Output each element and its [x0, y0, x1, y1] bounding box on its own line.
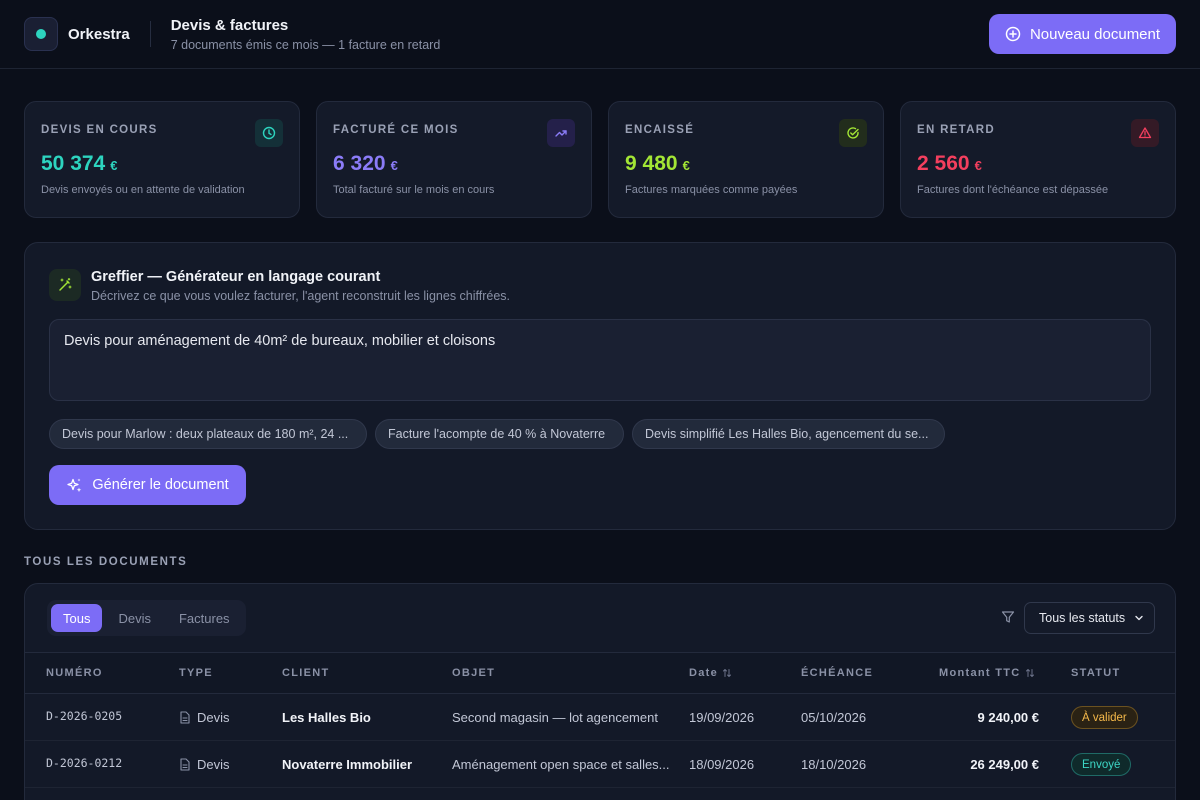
status-filter-value: Tous les statuts: [1039, 611, 1126, 625]
table-row[interactable]: D-2026-0212 Devis Novaterre Immobilier A…: [25, 741, 1175, 788]
stat-description: Factures dont l'échéance est dépassée: [917, 184, 1109, 196]
magic-wand-icon: [49, 269, 81, 301]
cell-client: Novaterre Immobilier: [282, 757, 413, 772]
documents-section-label: TOUS LES DOCUMENTS: [24, 556, 188, 568]
suggestion-chip[interactable]: Facture l'acompte de 40 % à Novaterre: [375, 419, 624, 449]
status-filter-select[interactable]: Tous les statuts: [1024, 602, 1155, 634]
stat-amount: 2 560: [917, 152, 970, 175]
stat-label: ENCAISSÉ: [625, 124, 695, 136]
stat-value: 2 560 €: [917, 152, 1159, 176]
filter-icon: [1001, 611, 1015, 623]
generator-title: Greffier — Générateur en langage courant: [91, 269, 381, 285]
new-document-label: Nouveau document: [1029, 25, 1161, 43]
documents-table-panel: Tous Devis Factures Tous les statuts NUM…: [24, 583, 1176, 800]
stat-amount: 9 480: [625, 152, 678, 175]
stat-value: 50 374 €: [41, 152, 283, 176]
suggestion-chip[interactable]: Devis pour Marlow : deux plateaux de 180…: [49, 419, 367, 449]
column-statut: STATUT: [1071, 667, 1121, 679]
cell-echeance: 05/10/2026: [801, 710, 867, 725]
document-icon: [180, 758, 190, 771]
trending-up-icon: [547, 119, 575, 147]
stat-amount: 6 320: [333, 152, 386, 175]
column-date-label: Date: [689, 667, 719, 679]
cell-date: 19/09/2026: [689, 710, 755, 725]
sort-icon: [723, 669, 732, 677]
stat-description: Devis envoyés ou en attente de validatio…: [41, 184, 245, 196]
cell-echeance: 18/10/2026: [801, 757, 867, 772]
document-icon: [180, 711, 190, 724]
cell-type-label: Devis: [197, 757, 230, 772]
stat-card-devis-en-cours: DEVIS EN COURS 50 374 € Devis envoyés ou …: [24, 101, 300, 218]
tab-factures[interactable]: Factures: [167, 604, 242, 632]
stat-currency: €: [110, 158, 118, 173]
clock-icon: [255, 119, 283, 147]
cell-objet: Second magasin — lot agencement: [452, 710, 658, 725]
tab-tous[interactable]: Tous: [51, 604, 103, 632]
logo-dot-icon: [36, 29, 46, 39]
stat-label: FACTURÉ CE MOIS: [333, 124, 459, 136]
column-echeance: ÉCHÉANCE: [801, 667, 874, 679]
app-name: Orkestra: [68, 25, 130, 43]
stat-description: Total facturé sur le mois en cours: [333, 184, 495, 196]
title-block: Devis & factures 7 documents émis ce moi…: [171, 17, 441, 52]
column-montant[interactable]: Montant TTC: [939, 667, 1035, 679]
top-bar: Orkestra Devis & factures 7 documents ém…: [0, 0, 1200, 69]
column-montant-label: Montant TTC: [939, 667, 1021, 679]
chevron-down-icon: [1135, 615, 1143, 621]
stat-label: EN RETARD: [917, 124, 995, 136]
app-logo: [24, 17, 58, 51]
generate-document-label: Générer le document: [92, 477, 229, 493]
generator-panel: Greffier — Générateur en langage courant…: [24, 242, 1176, 530]
cell-numero: D-2026-0205: [46, 709, 123, 723]
stat-card-en-retard: EN RETARD 2 560 € Factures dont l'échéanc…: [900, 101, 1176, 218]
cell-montant: 26 249,00 €: [970, 757, 1039, 772]
cell-date: 18/09/2026: [689, 757, 755, 772]
header-divider: [149, 21, 151, 47]
stat-currency: €: [974, 158, 982, 173]
stat-currency: €: [390, 158, 398, 173]
stat-description: Factures marquées comme payées: [625, 184, 798, 196]
generator-prompt-input[interactable]: [49, 319, 1151, 401]
table-header: NUMÉRO TYPE CLIENT OBJET Date ÉCHÉANCE M…: [25, 652, 1175, 694]
check-circle-icon: [839, 119, 867, 147]
table-row[interactable]: D-2026-0205 Devis Les Halles Bio Second …: [25, 694, 1175, 741]
column-numero: NUMÉRO: [46, 667, 103, 679]
stat-value: 6 320 €: [333, 152, 575, 176]
sort-icon: [1025, 669, 1034, 677]
column-date[interactable]: Date: [689, 667, 732, 679]
alert-triangle-icon: [1131, 119, 1159, 147]
stat-value: 9 480 €: [625, 152, 867, 176]
suggestion-chips: Devis pour Marlow : deux plateaux de 180…: [49, 419, 945, 449]
tab-devis[interactable]: Devis: [106, 604, 163, 632]
page-title: Devis & factures: [170, 16, 289, 34]
stat-currency: €: [682, 158, 690, 173]
stat-card-facture-ce-mois: FACTURÉ CE MOIS 6 320 € Total facturé sur…: [316, 101, 592, 218]
generator-subtitle: Décrivez ce que vous voulez facturer, l'…: [91, 289, 511, 303]
status-badge: Envoyé: [1071, 753, 1132, 776]
cell-type: Devis: [179, 710, 230, 725]
column-type: TYPE: [179, 667, 213, 679]
stat-amount: 50 374: [41, 152, 106, 175]
generate-document-button[interactable]: Générer le document: [49, 465, 246, 505]
cell-type: Devis: [179, 757, 230, 772]
sparkles-icon: [67, 478, 82, 492]
stat-label: DEVIS EN COURS: [41, 124, 158, 136]
cell-objet: Aménagement open space et salles...: [452, 757, 670, 772]
document-type-tabs: Tous Devis Factures: [47, 600, 246, 636]
stats-row: DEVIS EN COURS 50 374 € Devis envoyés ou …: [24, 101, 1176, 218]
stat-card-encaisse: ENCAISSÉ 9 480 € Factures marquées comme …: [608, 101, 884, 218]
cell-montant: 9 240,00 €: [977, 710, 1039, 725]
column-objet: OBJET: [452, 667, 496, 679]
column-client: CLIENT: [282, 667, 330, 679]
suggestion-chip[interactable]: Devis simplifié Les Halles Bio, agenceme…: [632, 419, 945, 449]
cell-client: Les Halles Bio: [282, 710, 371, 725]
plus-circle-icon: [1005, 26, 1021, 42]
cell-numero: D-2026-0212: [46, 756, 123, 770]
status-badge: À valider: [1071, 706, 1138, 729]
new-document-button[interactable]: Nouveau document: [989, 14, 1176, 54]
page-subtitle: 7 documents émis ce mois — 1 facture en …: [170, 37, 441, 52]
cell-type-label: Devis: [197, 710, 230, 725]
